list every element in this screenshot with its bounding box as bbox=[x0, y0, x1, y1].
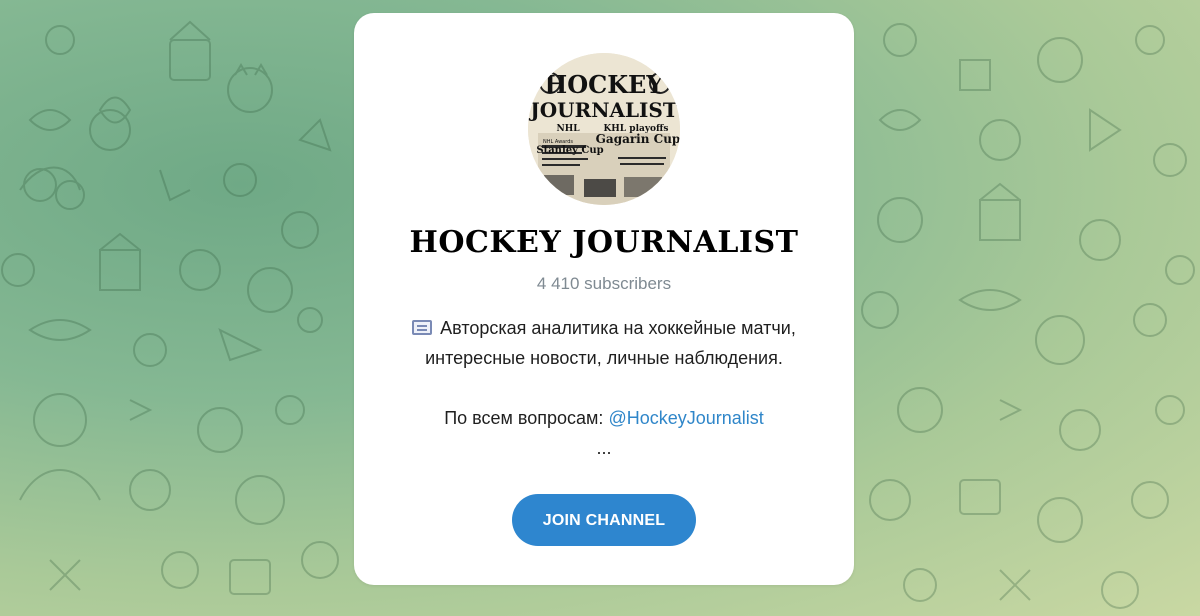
subscriber-count: 4 410 subscribers bbox=[536, 274, 672, 293]
join-channel-button[interactable]: JOIN CHANNEL bbox=[512, 494, 696, 546]
channel-card: HOCKEY JOURNALIST NHL KHL playoffs Stanl… bbox=[354, 13, 854, 585]
contact-link[interactable]: @HockeyJournalist bbox=[608, 408, 763, 428]
svg-text:NHL Awards: NHL Awards bbox=[543, 139, 573, 145]
channel-title: HOCKEY JOURNALIST bbox=[409, 225, 799, 260]
description-blank-line bbox=[374, 373, 834, 403]
svg-text:HOCKEY: HOCKEY bbox=[545, 70, 665, 99]
svg-text:JOURNALIST: JOURNALIST bbox=[528, 98, 678, 122]
svg-text:NHL: NHL bbox=[556, 124, 580, 134]
channel-description: Авторская аналитика на хоккейные матчи, … bbox=[374, 313, 834, 463]
channel-avatar: HOCKEY JOURNALIST NHL KHL playoffs Stanl… bbox=[528, 53, 680, 205]
description-line-1: Авторская аналитика на хоккейные матчи, bbox=[374, 313, 834, 343]
svg-text:Gagarin Cup: Gagarin Cup bbox=[596, 132, 680, 146]
description-contact-line: По всем вопросам: @HockeyJournalist bbox=[374, 403, 834, 433]
description-line-2: интересные новости, личные наблюдения. bbox=[425, 348, 783, 368]
svg-text:Stanley Cup: Stanley Cup bbox=[536, 145, 603, 156]
contact-label: По всем вопросам: bbox=[444, 408, 604, 428]
description-more: ... bbox=[596, 438, 612, 458]
newspaper-icon bbox=[412, 320, 433, 335]
description-text-1: Авторская аналитика на хоккейные матчи, bbox=[440, 318, 796, 338]
